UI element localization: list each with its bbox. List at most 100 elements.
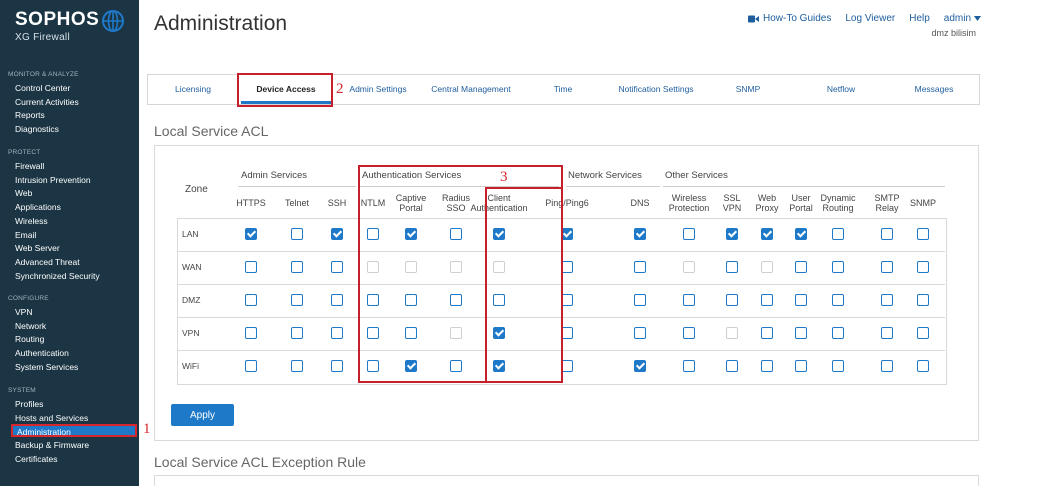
sidebar-item-hosts-and-services[interactable]: Hosts and Services — [15, 413, 88, 423]
howto-link[interactable]: How-To Guides — [748, 13, 831, 24]
sidebar-item-intrusion-prevention[interactable]: Intrusion Prevention — [15, 175, 91, 185]
checkbox-wifi-dns[interactable] — [634, 360, 646, 372]
checkbox-lan-ssh[interactable] — [331, 228, 343, 240]
top-links: How-To Guides Log Viewer Help admin — [748, 13, 982, 24]
sidebar-item-reports[interactable]: Reports — [15, 110, 45, 120]
checkbox-wifi-smtp-relay[interactable] — [881, 360, 893, 372]
checkbox-wan-ssl-vpn[interactable] — [726, 261, 738, 273]
checkbox-dmz-ssl-vpn[interactable] — [726, 294, 738, 306]
chevron-down-icon — [974, 16, 982, 21]
sidebar-item-profiles[interactable]: Profiles — [15, 399, 43, 409]
checkbox-dmz-dns[interactable] — [634, 294, 646, 306]
sidebar-item-email[interactable]: Email — [15, 230, 36, 240]
tab-snmp[interactable]: SNMP — [703, 75, 793, 104]
checkbox-lan-ssl-vpn[interactable] — [726, 228, 738, 240]
sidebar-item-administration[interactable]: Administration — [11, 424, 137, 438]
checkbox-wifi-https[interactable] — [245, 360, 257, 372]
tab-time[interactable]: Time — [518, 75, 608, 104]
sidebar-item-firewall[interactable]: Firewall — [15, 161, 44, 171]
sidebar-item-synchronized-security[interactable]: Synchronized Security — [15, 271, 100, 281]
checkbox-wifi-telnet[interactable] — [291, 360, 303, 372]
checkbox-wan-dynamic-routing[interactable] — [832, 261, 844, 273]
user-menu[interactable]: admin — [944, 13, 982, 24]
checkbox-dmz-dynamic-routing[interactable] — [832, 294, 844, 306]
sidebar-item-vpn[interactable]: VPN — [15, 307, 32, 317]
checkbox-wifi-ssl-vpn[interactable] — [726, 360, 738, 372]
checkbox-lan-snmp[interactable] — [917, 228, 929, 240]
log-viewer-link[interactable]: Log Viewer — [845, 13, 895, 24]
checkbox-lan-dynamic-routing[interactable] — [832, 228, 844, 240]
checkbox-wan-snmp[interactable] — [917, 261, 929, 273]
exception-section-title: Local Service ACL Exception Rule — [154, 454, 366, 470]
checkbox-dmz-user-portal[interactable] — [795, 294, 807, 306]
logo-text: SOPHOS — [15, 9, 100, 30]
sidebar-item-authentication[interactable]: Authentication — [15, 348, 69, 358]
sidebar-item-advanced-threat[interactable]: Advanced Threat — [15, 257, 80, 267]
checkbox-wifi-web-proxy[interactable] — [761, 360, 773, 372]
group-divider — [238, 186, 356, 187]
tab-messages[interactable]: Messages — [889, 75, 979, 104]
apply-button[interactable]: Apply — [171, 404, 234, 426]
zone-label-vpn: VPN — [182, 328, 200, 338]
sidebar-item-diagnostics[interactable]: Diagnostics — [15, 124, 59, 134]
exception-card — [154, 475, 979, 486]
sidebar-item-control-center[interactable]: Control Center — [15, 83, 70, 93]
checkbox-vpn-telnet[interactable] — [291, 327, 303, 339]
nav-section-title: CONFIGURE — [8, 295, 49, 302]
sidebar-item-web[interactable]: Web — [15, 188, 32, 198]
sidebar-item-certificates[interactable]: Certificates — [15, 454, 58, 464]
annotation-1: 1 — [143, 421, 151, 437]
checkbox-lan-dns[interactable] — [634, 228, 646, 240]
checkbox-wifi-wireless-protection[interactable] — [683, 360, 695, 372]
checkbox-wifi-dynamic-routing[interactable] — [832, 360, 844, 372]
checkbox-wifi-snmp[interactable] — [917, 360, 929, 372]
checkbox-lan-wireless-protection[interactable] — [683, 228, 695, 240]
checkbox-vpn-https[interactable] — [245, 327, 257, 339]
sidebar-item-network[interactable]: Network — [15, 321, 46, 331]
checkbox-dmz-smtp-relay[interactable] — [881, 294, 893, 306]
checkbox-vpn-user-portal[interactable] — [795, 327, 807, 339]
help-link[interactable]: Help — [909, 13, 930, 24]
sidebar-item-web-server[interactable]: Web Server — [15, 243, 60, 253]
checkbox-dmz-wireless-protection[interactable] — [683, 294, 695, 306]
checkbox-dmz-ssh[interactable] — [331, 294, 343, 306]
sidebar-item-applications[interactable]: Applications — [15, 202, 61, 212]
checkbox-wan-ssh[interactable] — [331, 261, 343, 273]
checkbox-lan-user-portal[interactable] — [795, 228, 807, 240]
tab-notification-settings[interactable]: Notification Settings — [611, 75, 701, 104]
checkbox-dmz-https[interactable] — [245, 294, 257, 306]
sidebar-item-system-services[interactable]: System Services — [15, 362, 78, 372]
org-name: dmz bilisim — [931, 28, 976, 38]
checkbox-vpn-web-proxy[interactable] — [761, 327, 773, 339]
checkbox-wan-telnet[interactable] — [291, 261, 303, 273]
checkbox-vpn-snmp[interactable] — [917, 327, 929, 339]
sidebar-item-current-activities[interactable]: Current Activities — [15, 97, 79, 107]
checkbox-dmz-telnet[interactable] — [291, 294, 303, 306]
checkbox-vpn-smtp-relay[interactable] — [881, 327, 893, 339]
sidebar-item-routing[interactable]: Routing — [15, 334, 44, 344]
checkbox-wan-user-portal[interactable] — [795, 261, 807, 273]
checkbox-lan-web-proxy[interactable] — [761, 228, 773, 240]
checkbox-wan-smtp-relay[interactable] — [881, 261, 893, 273]
checkbox-vpn-wireless-protection[interactable] — [683, 327, 695, 339]
checkbox-wan-web-proxy — [761, 261, 773, 273]
tab-central-management[interactable]: Central Management — [426, 75, 516, 104]
checkbox-vpn-ssh[interactable] — [331, 327, 343, 339]
tab-netflow[interactable]: Netflow — [796, 75, 886, 104]
checkbox-lan-https[interactable] — [245, 228, 257, 240]
checkbox-wan-dns[interactable] — [634, 261, 646, 273]
checkbox-wan-https[interactable] — [245, 261, 257, 273]
checkbox-wifi-user-portal[interactable] — [795, 360, 807, 372]
sidebar-item-backup-firmware[interactable]: Backup & Firmware — [15, 440, 89, 450]
checkbox-vpn-dns[interactable] — [634, 327, 646, 339]
checkbox-dmz-web-proxy[interactable] — [761, 294, 773, 306]
nav-section-title: SYSTEM — [8, 387, 36, 394]
checkbox-wifi-ssh[interactable] — [331, 360, 343, 372]
checkbox-dmz-snmp[interactable] — [917, 294, 929, 306]
sidebar-item-wireless[interactable]: Wireless — [15, 216, 48, 226]
tab-admin-settings[interactable]: Admin Settings — [333, 75, 423, 104]
tab-licensing[interactable]: Licensing — [148, 75, 238, 104]
checkbox-lan-telnet[interactable] — [291, 228, 303, 240]
checkbox-lan-smtp-relay[interactable] — [881, 228, 893, 240]
checkbox-vpn-dynamic-routing[interactable] — [832, 327, 844, 339]
